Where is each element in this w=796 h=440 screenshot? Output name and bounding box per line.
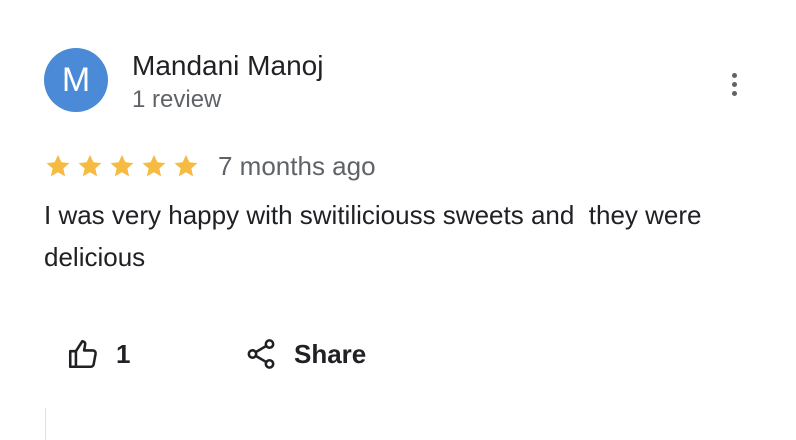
- star-icon: [110, 154, 134, 177]
- divider: [45, 408, 46, 440]
- share-button[interactable]: Share: [244, 330, 366, 378]
- star-icon: [174, 154, 198, 177]
- review-time: 7 months ago: [218, 151, 376, 181]
- more-vert-icon: [731, 72, 737, 96]
- more-options-button[interactable]: [718, 66, 750, 102]
- reviewer-name[interactable]: Mandani Manoj: [132, 48, 323, 84]
- like-button[interactable]: 1: [66, 330, 130, 378]
- reviewer-review-count: 1 review: [132, 86, 222, 113]
- review-card: M Mandani Manoj 1 review 7 months ago I …: [0, 0, 796, 440]
- star-icon: [46, 154, 70, 177]
- rating-row: 7 months ago: [44, 148, 376, 184]
- avatar[interactable]: M: [44, 48, 108, 112]
- review-text: I was very happy with switiliciouss swee…: [44, 200, 709, 272]
- like-count: 1: [116, 339, 131, 369]
- share-icon: [247, 339, 275, 369]
- star-icon: [142, 154, 166, 177]
- share-label: Share: [294, 339, 367, 369]
- star-icon: [78, 154, 102, 177]
- thumbs-up-icon: [68, 339, 97, 369]
- star-rating: [44, 152, 200, 180]
